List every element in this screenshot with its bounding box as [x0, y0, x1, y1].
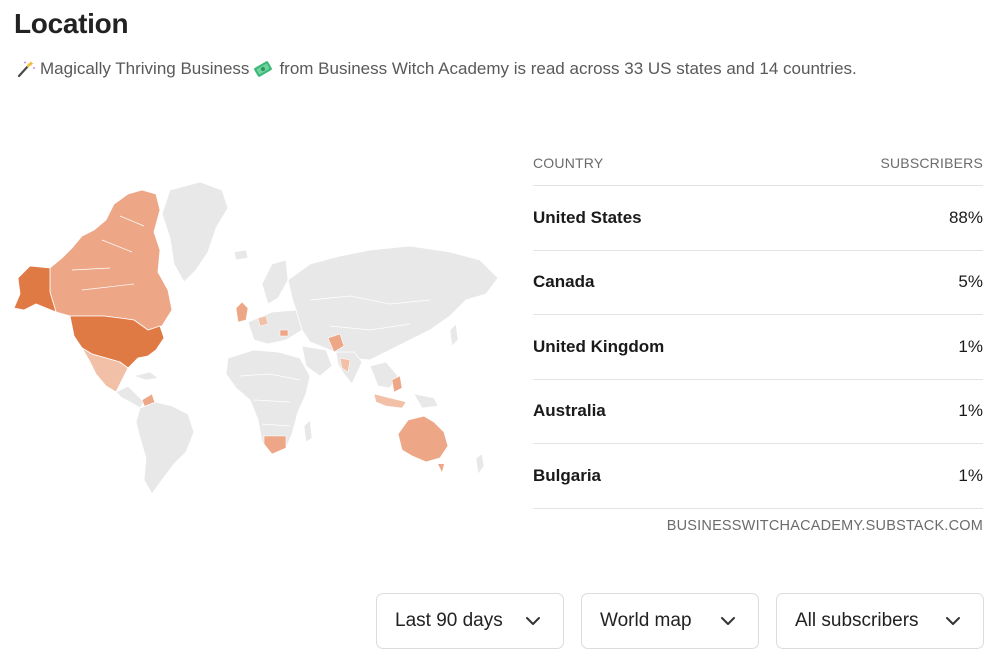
map-central-america — [115, 385, 145, 409]
chevron-down-icon — [526, 617, 540, 625]
audience-label: All subscribers — [795, 610, 919, 631]
table-row: Bulgaria 1% — [533, 444, 983, 509]
table-row: Australia 1% — [533, 380, 983, 444]
column-subscribers: SUBSCRIBERS — [880, 154, 983, 171]
money-icon — [253, 60, 273, 78]
row-percentage: 1% — [958, 465, 983, 485]
date-range-label: Last 90 days — [395, 610, 503, 631]
view-dropdown[interactable]: World map — [581, 593, 759, 649]
row-percentage: 88% — [948, 207, 983, 227]
date-range-dropdown[interactable]: Last 90 days — [376, 593, 564, 649]
table-row: Canada 5% — [533, 251, 983, 315]
audience-dropdown[interactable]: All subscribers — [776, 593, 984, 649]
row-country: Canada — [533, 272, 595, 292]
column-country: COUNTRY — [533, 154, 604, 171]
map-indonesia — [373, 393, 407, 409]
map-south-africa — [263, 435, 287, 455]
map-alaska — [13, 265, 57, 313]
map-canada — [49, 189, 173, 331]
map-greenland — [161, 181, 229, 283]
view-label: World map — [600, 610, 692, 631]
map-united-kingdom — [235, 301, 249, 323]
summary-text: from Business Witch Academy is read acro… — [279, 59, 857, 78]
location-summary: Magically Thriving Business from Busines… — [16, 59, 857, 79]
page-title: Location — [14, 8, 129, 39]
row-percentage: 1% — [958, 336, 983, 356]
row-country: United States — [533, 207, 642, 227]
table-row: United Kingdom 1% — [533, 315, 983, 380]
table-row: United States 88% — [533, 186, 983, 251]
row-country: United Kingdom — [533, 336, 665, 356]
row-percentage: 5% — [958, 272, 983, 292]
newsletter-name: Magically Thriving Business — [40, 59, 250, 78]
country-table: COUNTRY SUBSCRIBERS United States 88% Ca… — [533, 140, 983, 509]
source-label: BUSINESSWITCHACADEMY.SUBSTACK.COM — [666, 518, 983, 534]
chevron-down-icon — [721, 617, 735, 625]
row-country: Australia — [533, 401, 606, 421]
row-percentage: 1% — [958, 401, 983, 421]
magic-wand-icon — [16, 60, 36, 78]
map-australia — [397, 415, 449, 463]
map-netherlands — [257, 315, 269, 327]
map-south-america — [135, 401, 195, 495]
filter-bar: Last 90 days World map All subscribers — [376, 593, 984, 649]
chevron-down-icon — [946, 617, 960, 625]
world-map — [13, 181, 499, 495]
table-header: COUNTRY SUBSCRIBERS — [533, 140, 983, 186]
row-country: Bulgaria — [533, 465, 602, 485]
map-bulgaria — [279, 329, 289, 337]
